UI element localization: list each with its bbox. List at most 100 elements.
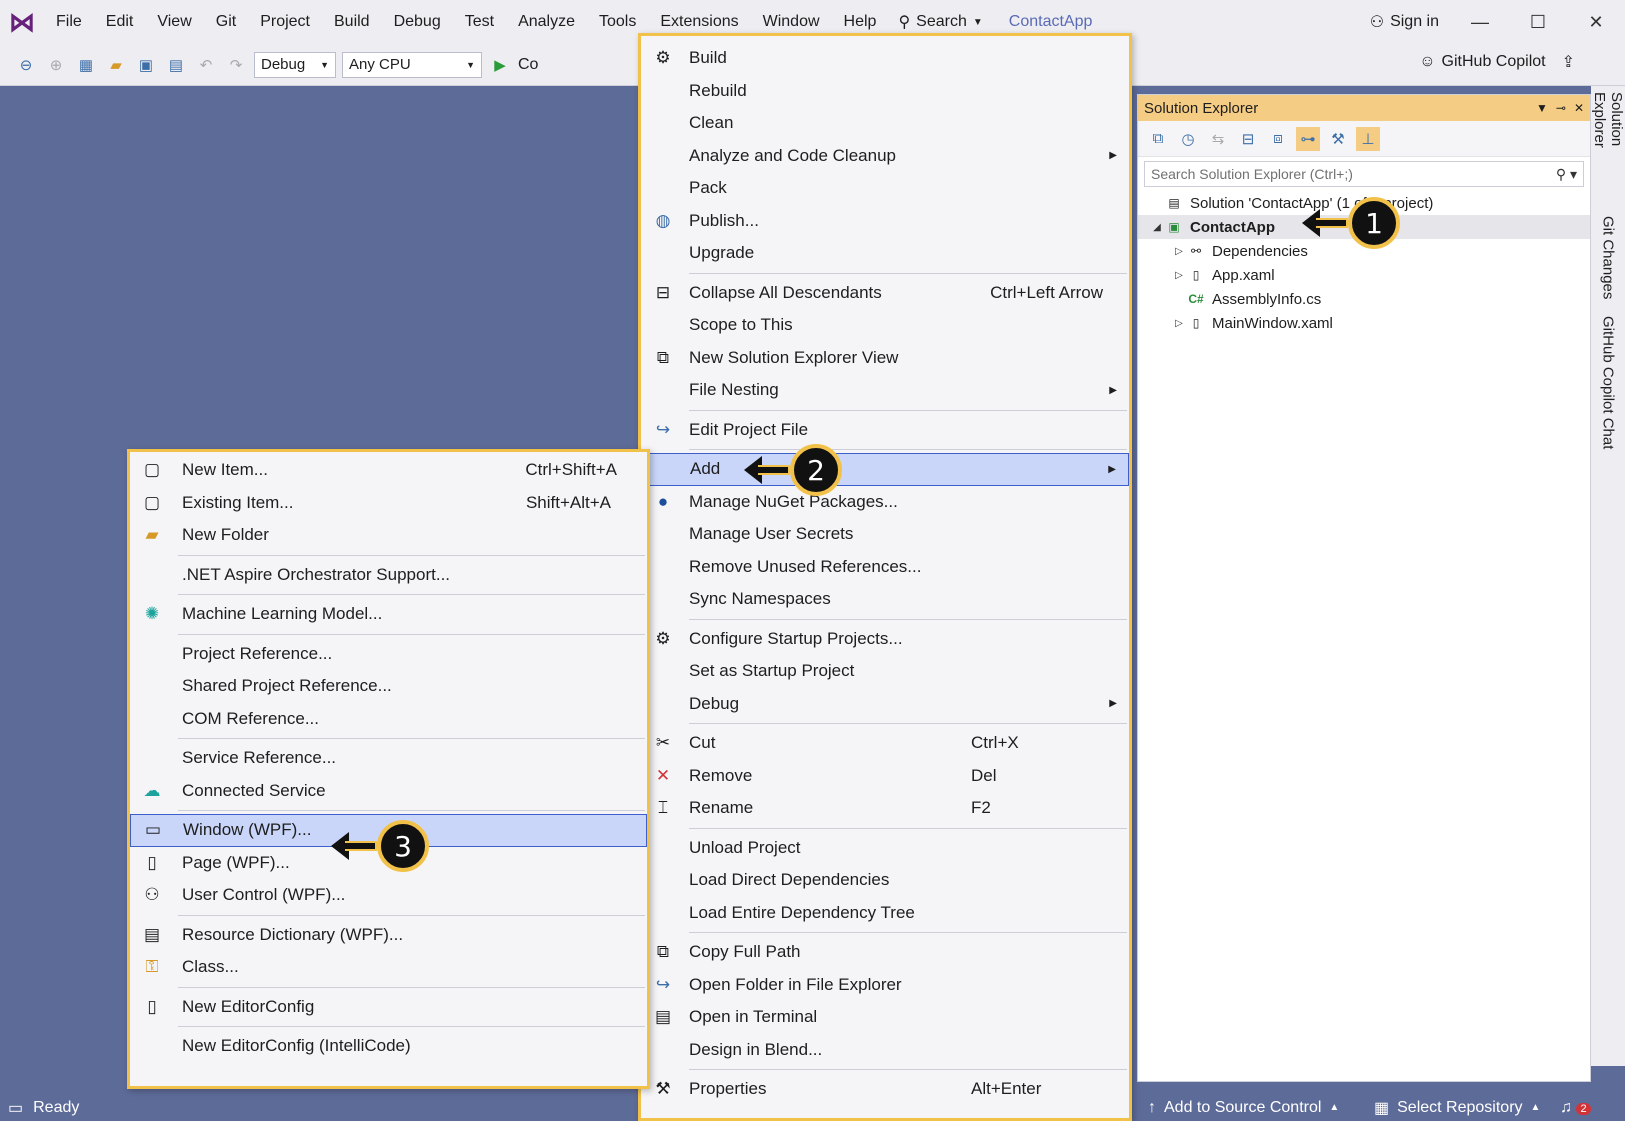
pin-icon[interactable]: ⊸ (1556, 101, 1566, 115)
redo-icon[interactable]: ↷ (224, 53, 248, 77)
menu-aspire[interactable]: .NET Aspire Orchestrator Support... (130, 559, 647, 592)
menu-config-startup[interactable]: ⚙ Configure Startup Projects... (641, 623, 1129, 656)
back-icon[interactable]: ⊖ (14, 53, 38, 77)
add-to-source-control-button[interactable]: ↑ Add to Source Control ▲ (1148, 1099, 1339, 1117)
sync-icon[interactable]: ⇆ (1206, 127, 1230, 151)
menu-view[interactable]: View (145, 0, 203, 44)
menu-connected-service[interactable]: ☁ Connected Service (130, 775, 647, 808)
close-button[interactable]: ✕ (1567, 0, 1625, 44)
menu-pack[interactable]: Pack (641, 172, 1129, 205)
history-icon[interactable]: ◷ (1176, 127, 1200, 151)
menu-project-ref[interactable]: Project Reference... (130, 638, 647, 671)
menu-upgrade[interactable]: Upgrade (641, 237, 1129, 270)
tab-git-changes[interactable]: Git Changes (1600, 210, 1617, 310)
sign-in-button[interactable]: ⚇ Sign in (1358, 12, 1451, 32)
properties-icon[interactable]: ⚒ (1326, 127, 1350, 151)
menu-cut[interactable]: ✂ Cut Ctrl+X (641, 727, 1129, 760)
menu-resource-dict[interactable]: ▤ Resource Dictionary (WPF)... (130, 919, 647, 952)
save-all-icon[interactable]: ▤ (164, 53, 188, 77)
menu-editorconfig-intellicode[interactable]: New EditorConfig (IntelliCode) (130, 1030, 647, 1063)
switch-views-icon[interactable]: ⧉ (1146, 127, 1170, 151)
menu-project[interactable]: Project (248, 0, 322, 44)
menu-new-item[interactable]: ▢ New Item... Ctrl+Shift+A (130, 454, 647, 487)
menu-set-startup[interactable]: Set as Startup Project (641, 655, 1129, 688)
menu-nuget[interactable]: ● Manage NuGet Packages... (641, 486, 1129, 519)
menu-file-nesting[interactable]: File Nesting ▶ (641, 374, 1129, 407)
menu-edit-project[interactable]: ↪ Edit Project File (641, 414, 1129, 447)
menu-file[interactable]: File (44, 0, 94, 44)
collapse-all-icon[interactable]: ⊟ (1236, 127, 1260, 151)
menu-build[interactable]: ⚙ Build (641, 42, 1129, 75)
menu-scope[interactable]: Scope to This (641, 309, 1129, 342)
user-icon: ⚇ (1369, 14, 1385, 31)
menu-properties[interactable]: ⚒ Properties Alt+Enter (641, 1073, 1129, 1106)
forward-icon[interactable]: ⊕ (44, 53, 68, 77)
tree-item-mainwindow[interactable]: ▷ ▯ MainWindow.xaml (1138, 311, 1590, 335)
menu-blend[interactable]: Design in Blend... (641, 1034, 1129, 1067)
menu-test[interactable]: Test (453, 0, 506, 44)
menu-ml-model-label: Machine Learning Model... (182, 604, 383, 624)
filter-icon[interactable]: ⊥ (1356, 126, 1380, 151)
menu-remove[interactable]: ✕ Remove Del (641, 760, 1129, 793)
platform-select[interactable]: Any CPU ▼ (342, 51, 482, 78)
maximize-button[interactable]: ☐ (1509, 0, 1567, 44)
menu-user-control[interactable]: ⚇ User Control (WPF)... (130, 879, 647, 912)
undo-icon[interactable]: ↶ (194, 53, 218, 77)
menu-editorconfig[interactable]: ▯ New EditorConfig (130, 991, 647, 1024)
solution-search-input[interactable]: Search Solution Explorer (Ctrl+;) ⚲ ▾ (1144, 161, 1584, 187)
close-icon[interactable]: ✕ (1574, 101, 1584, 115)
minimize-button[interactable]: — (1451, 0, 1509, 44)
run-icon[interactable]: ▶ (488, 53, 512, 77)
configuration-select[interactable]: Debug ▼ (254, 51, 336, 78)
tree-item-app-xaml[interactable]: ▷ ▯ App.xaml (1138, 263, 1590, 287)
menu-git[interactable]: Git (204, 0, 248, 44)
menu-debug-sub[interactable]: Debug ▶ (641, 688, 1129, 721)
menu-rebuild[interactable]: Rebuild (641, 75, 1129, 108)
collapsed-icon[interactable]: ▷ (1172, 318, 1186, 329)
menu-existing-item[interactable]: ▢ Existing Item... Shift+Alt+A (130, 487, 647, 520)
menu-collapse[interactable]: ⊟ Collapse All Descendants Ctrl+Left Arrow (641, 277, 1129, 310)
save-icon[interactable]: ▣ (134, 53, 158, 77)
tree-item-assemblyinfo[interactable]: C# AssemblyInfo.cs (1138, 287, 1590, 311)
menu-analyze[interactable]: Analyze (506, 0, 587, 44)
menu-secrets[interactable]: Manage User Secrets (641, 518, 1129, 551)
menu-sync-ns[interactable]: Sync Namespaces (641, 583, 1129, 616)
menu-remove-refs[interactable]: Remove Unused References... (641, 551, 1129, 584)
menu-unload[interactable]: Unload Project (641, 832, 1129, 865)
new-project-icon[interactable]: ▦ (74, 53, 98, 77)
menu-new-folder[interactable]: ▰ New Folder (130, 519, 647, 552)
expanded-icon[interactable]: ◢ (1150, 222, 1164, 233)
menu-load-tree[interactable]: Load Entire Dependency Tree (641, 897, 1129, 930)
github-copilot-button[interactable]: ☺ GitHub Copilot ⇪ (1419, 52, 1575, 72)
class-icon: ⚿ (145, 957, 159, 977)
tab-github-copilot-chat[interactable]: GitHub Copilot Chat (1600, 310, 1617, 460)
tab-solution-explorer[interactable]: Solution Explorer (1591, 86, 1625, 210)
menu-class[interactable]: ⚿ Class... (130, 951, 647, 984)
collapsed-icon[interactable]: ▷ (1172, 246, 1186, 257)
show-all-files-icon[interactable]: ⧈ (1266, 127, 1290, 151)
menu-open-folder[interactable]: ↪ Open Folder in File Explorer (641, 969, 1129, 1002)
menu-load-direct[interactable]: Load Direct Dependencies (641, 864, 1129, 897)
menu-analyze[interactable]: Analyze and Code Cleanup ▶ (641, 140, 1129, 173)
menu-new-view[interactable]: ⧉ New Solution Explorer View (641, 342, 1129, 375)
preview-selected-icon[interactable]: ⊶ (1296, 126, 1320, 151)
menu-copy-path[interactable]: ⧉ Copy Full Path (641, 936, 1129, 969)
menu-open-terminal[interactable]: ▤ Open in Terminal (641, 1001, 1129, 1034)
select-repository-button[interactable]: ▦ Select Repository ▲ (1374, 1098, 1540, 1118)
menu-service-ref[interactable]: Service Reference... (130, 742, 647, 775)
run-label[interactable]: Co (518, 56, 538, 74)
menu-publish[interactable]: ◍ Publish... (641, 205, 1129, 238)
collapsed-icon[interactable]: ▷ (1172, 270, 1186, 281)
notifications-button[interactable]: ♫ 2 (1560, 1099, 1591, 1117)
menu-clean[interactable]: Clean (641, 107, 1129, 140)
menu-edit[interactable]: Edit (94, 0, 146, 44)
chevron-down-icon[interactable]: ▼ (1536, 101, 1548, 115)
menu-rename[interactable]: ⌶ Rename F2 (641, 792, 1129, 825)
menu-ml-model[interactable]: ✺ Machine Learning Model... (130, 598, 647, 631)
menu-debug[interactable]: Debug (382, 0, 453, 44)
menu-shared-ref[interactable]: Shared Project Reference... (130, 670, 647, 703)
menu-add[interactable]: Add ▶ (641, 453, 1129, 486)
menu-com-ref[interactable]: COM Reference... (130, 703, 647, 736)
menu-build[interactable]: Build (322, 0, 382, 44)
open-folder-icon[interactable]: ▰ (104, 53, 128, 77)
